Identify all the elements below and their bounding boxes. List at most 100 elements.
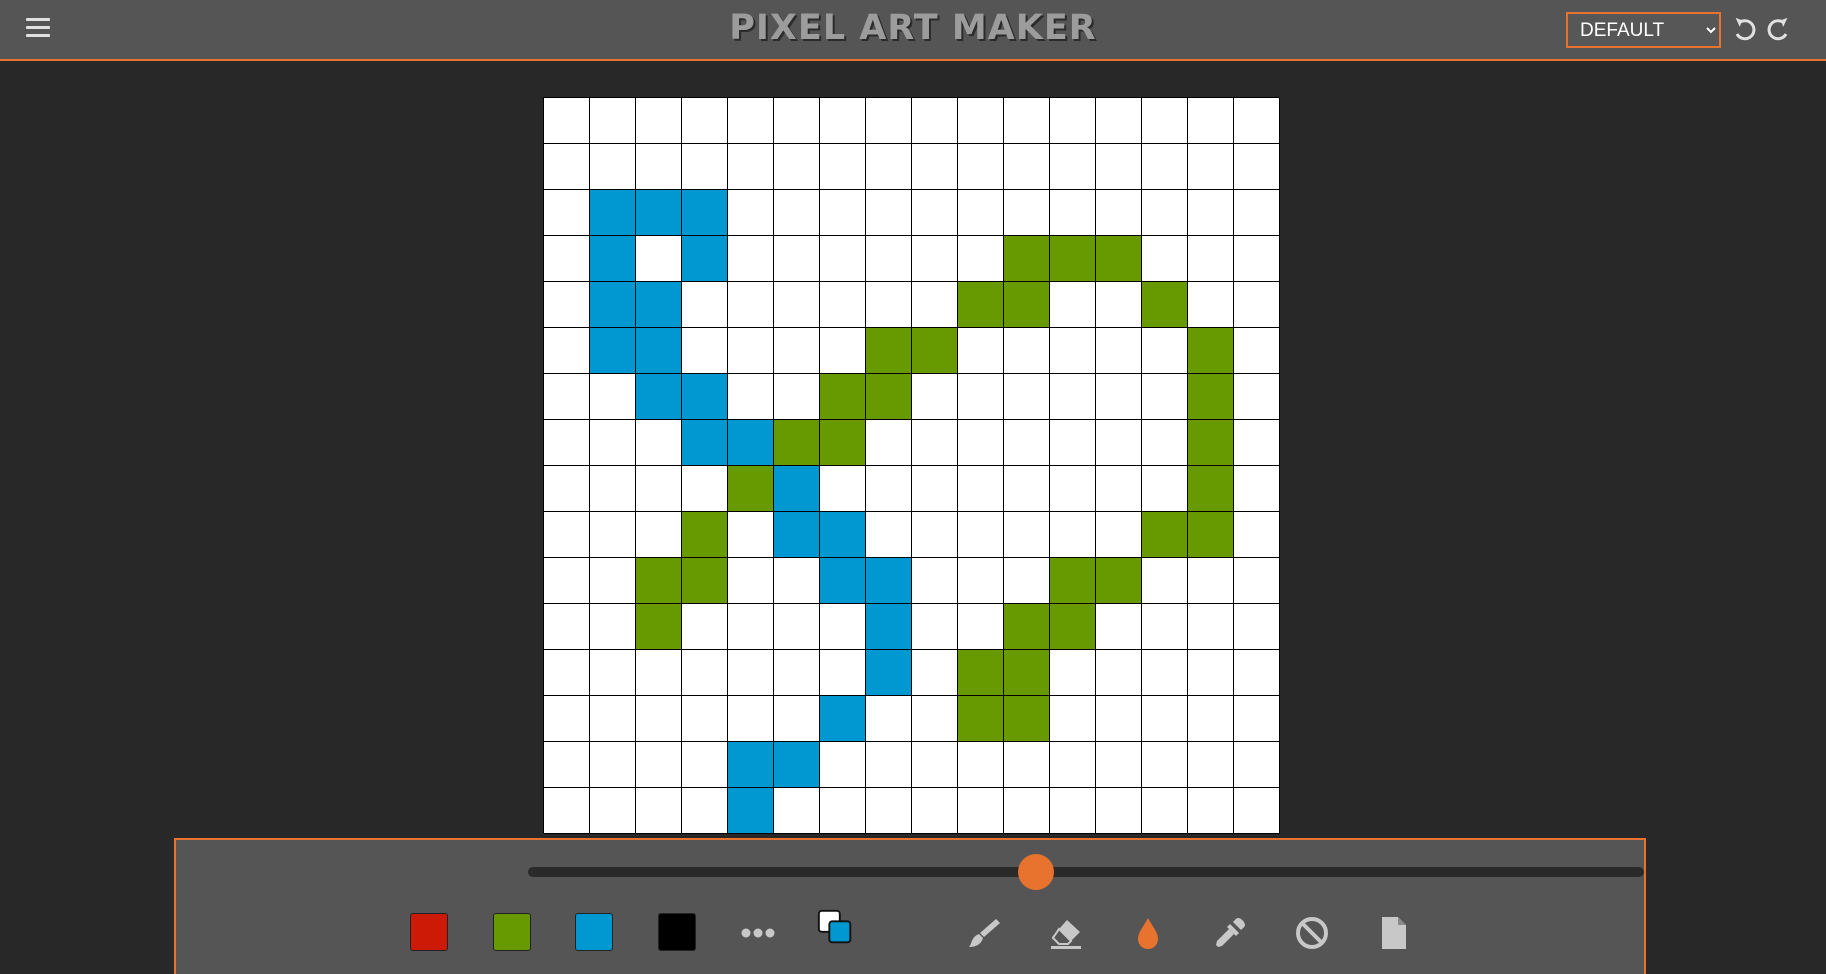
pixel-cell[interactable] [728,374,774,420]
pixel-cell[interactable] [912,742,958,788]
pixel-cell[interactable] [1050,742,1096,788]
pixel-cell[interactable] [912,788,958,834]
pixel-cell[interactable] [866,604,912,650]
pixel-cell[interactable] [774,374,820,420]
pixel-cell[interactable] [820,374,866,420]
pixel-cell[interactable] [590,604,636,650]
pixel-cell[interactable] [1234,374,1280,420]
pixel-cell[interactable] [958,236,1004,282]
pixel-cell[interactable] [636,650,682,696]
pixel-cell[interactable] [544,144,590,190]
redo-icon[interactable] [1764,16,1792,44]
pixel-cell[interactable] [1096,328,1142,374]
brush-icon[interactable] [964,913,1004,953]
pixel-cell[interactable] [774,282,820,328]
pixel-cell[interactable] [636,512,682,558]
pixel-cell[interactable] [866,236,912,282]
pixel-cell[interactable] [1004,558,1050,604]
pixel-cell[interactable] [544,236,590,282]
pixel-cell[interactable] [1188,650,1234,696]
pixel-cell[interactable] [1234,328,1280,374]
pixel-cell[interactable] [1050,420,1096,466]
pixel-cell[interactable] [1004,236,1050,282]
pixel-cell[interactable] [820,742,866,788]
pixel-cell[interactable] [774,144,820,190]
pixel-cell[interactable] [958,650,1004,696]
pixel-cell[interactable] [1004,788,1050,834]
pixel-cell[interactable] [728,512,774,558]
pixel-cell[interactable] [1096,788,1142,834]
pixel-cell[interactable] [1142,420,1188,466]
pixel-cell[interactable] [728,788,774,834]
pixel-cell[interactable] [1234,650,1280,696]
pixel-cell[interactable] [590,512,636,558]
pixel-cell[interactable] [1234,512,1280,558]
pixel-cell[interactable] [774,696,820,742]
pixel-cell[interactable] [1004,742,1050,788]
pixel-cell[interactable] [820,604,866,650]
pixel-cell[interactable] [1142,282,1188,328]
pixel-cell[interactable] [682,696,728,742]
pixel-cell[interactable] [682,466,728,512]
pixel-cell[interactable] [544,374,590,420]
pixel-cell[interactable] [866,742,912,788]
fill-bucket-icon[interactable] [1128,913,1168,953]
pixel-cell[interactable] [590,190,636,236]
pixel-cell[interactable] [774,190,820,236]
pixel-cell[interactable] [544,742,590,788]
pixel-cell[interactable] [636,282,682,328]
pixel-cell[interactable] [682,558,728,604]
pixel-cell[interactable] [590,742,636,788]
pixel-cell[interactable] [958,144,1004,190]
pixel-cell[interactable] [590,558,636,604]
pixel-cell[interactable] [544,512,590,558]
pixel-cell[interactable] [1050,328,1096,374]
pixel-cell[interactable] [1004,144,1050,190]
pixel-cell[interactable] [544,190,590,236]
pixel-cell[interactable] [912,328,958,374]
pixel-cell[interactable] [544,420,590,466]
pixel-cell[interactable] [590,98,636,144]
pixel-cell[interactable] [774,742,820,788]
pixel-cell[interactable] [774,604,820,650]
pixel-cell[interactable] [682,650,728,696]
pixel-cell[interactable] [774,650,820,696]
pixel-cell[interactable] [866,466,912,512]
pixel-cell[interactable] [912,696,958,742]
pixel-cell[interactable] [636,466,682,512]
pixel-cell[interactable] [1142,788,1188,834]
pixel-cell[interactable] [958,558,1004,604]
pixel-cell[interactable] [590,282,636,328]
pixel-cell[interactable] [1004,604,1050,650]
pixel-cell[interactable] [636,190,682,236]
pixel-cell[interactable] [958,466,1004,512]
pixel-cell[interactable] [1188,98,1234,144]
pixel-cell[interactable] [1050,604,1096,650]
pixel-cell[interactable] [544,558,590,604]
pixel-cell[interactable] [636,604,682,650]
pixel-cell[interactable] [866,328,912,374]
pixel-cell[interactable] [1142,558,1188,604]
pixel-cell[interactable] [958,98,1004,144]
pixel-cell[interactable] [1050,144,1096,190]
clear-icon[interactable] [1292,913,1332,953]
pixel-cell[interactable] [636,558,682,604]
pixel-cell[interactable] [820,328,866,374]
pixel-cell[interactable] [1234,98,1280,144]
pixel-cell[interactable] [682,742,728,788]
pixel-cell[interactable] [1096,144,1142,190]
pixel-cell[interactable] [1188,328,1234,374]
color-swatch-green[interactable] [493,913,531,951]
pixel-cell[interactable] [1142,604,1188,650]
pixel-cell[interactable] [912,466,958,512]
pixel-cell[interactable] [1234,282,1280,328]
pixel-cell[interactable] [1004,696,1050,742]
color-swatch-red[interactable] [410,913,448,951]
pixel-cell[interactable] [1142,374,1188,420]
pixel-cell[interactable] [958,328,1004,374]
pixel-cell[interactable] [1004,420,1050,466]
pixel-cell[interactable] [1188,420,1234,466]
pixel-cell[interactable] [1142,742,1188,788]
pixel-cell[interactable] [774,466,820,512]
pixel-cell[interactable] [590,650,636,696]
